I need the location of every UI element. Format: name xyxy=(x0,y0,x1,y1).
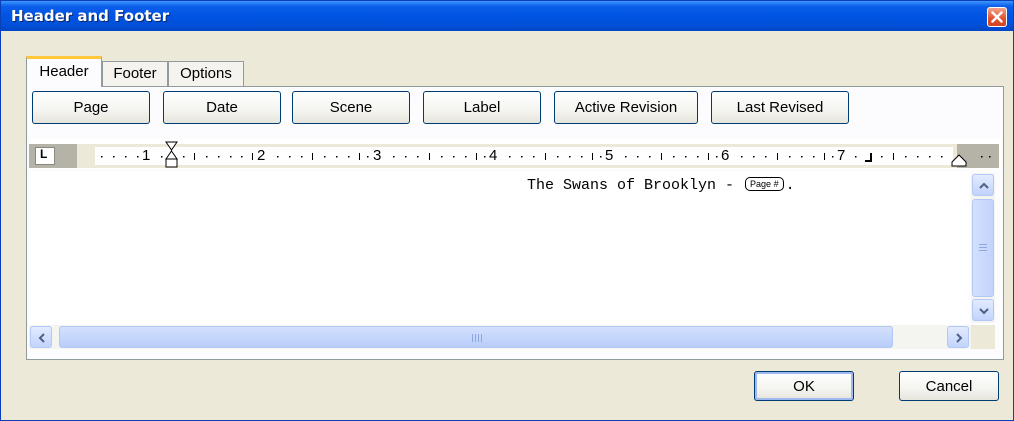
scroll-left-button[interactable] xyxy=(30,326,52,348)
ok-button[interactable]: OK xyxy=(754,371,854,401)
chevron-left-icon xyxy=(38,333,45,343)
header-tab-panel: Page Date Scene Label Active Revision La… xyxy=(26,86,1004,360)
cancel-button[interactable]: Cancel xyxy=(899,371,999,401)
close-button[interactable] xyxy=(987,7,1007,27)
scroll-up-button[interactable] xyxy=(972,174,994,196)
left-indent-marker-icon[interactable] xyxy=(165,139,179,169)
scroll-right-button[interactable] xyxy=(947,326,969,348)
scroll-down-button[interactable] xyxy=(972,299,994,321)
header-editor[interactable]: The Swans of Brooklyn - Page #. xyxy=(29,171,969,325)
insert-label-button[interactable]: Label xyxy=(423,91,541,124)
ruler-number-7: 7 xyxy=(837,147,846,164)
grip-line xyxy=(979,244,987,245)
header-text: The Swans of Brooklyn - xyxy=(527,177,744,194)
ruler-number-3: 3 xyxy=(373,147,382,164)
ruler[interactable]: L 1 2 3 4 5 6 7 xyxy=(29,139,1001,169)
header-footer-dialog: Header and Footer Header Footer Options … xyxy=(0,0,1014,421)
scrollbar-corner xyxy=(971,325,995,349)
right-indent-marker-icon[interactable] xyxy=(951,153,967,167)
chevron-up-icon xyxy=(979,182,989,189)
tab-options[interactable]: Options xyxy=(168,61,244,87)
grip-line xyxy=(472,334,473,342)
ruler-number-1: 1 xyxy=(142,147,151,164)
grip-line xyxy=(979,247,987,248)
vertical-scrollbar[interactable] xyxy=(971,173,995,323)
dialog-title: Header and Footer xyxy=(11,7,170,25)
tab-header[interactable]: Header xyxy=(26,56,102,87)
ruler-number-4: 4 xyxy=(489,147,498,164)
grip-line xyxy=(481,334,482,342)
tab-header-label: Header xyxy=(39,63,89,80)
ruler-number-6: 6 xyxy=(721,147,730,164)
right-tab-stop-icon[interactable] xyxy=(865,153,873,163)
ruler-number-5: 5 xyxy=(605,147,614,164)
tab-footer[interactable]: Footer xyxy=(102,61,168,87)
chevron-down-icon xyxy=(979,308,989,315)
tab-footer-label: Footer xyxy=(113,65,157,82)
insert-scene-button[interactable]: Scene xyxy=(292,91,410,124)
header-text-line: The Swans of Brooklyn - Page #. xyxy=(527,177,795,194)
grip-line xyxy=(475,334,476,342)
grip-line xyxy=(979,250,987,251)
horizontal-scroll-thumb[interactable] xyxy=(59,326,893,348)
insert-date-button[interactable]: Date xyxy=(163,91,281,124)
close-icon xyxy=(991,11,1003,23)
title-bar[interactable]: Header and Footer xyxy=(1,1,1013,31)
ruler-number-2: 2 xyxy=(257,147,266,164)
tab-options-label: Options xyxy=(180,65,232,82)
insert-active-revision-button[interactable]: Active Revision xyxy=(554,91,698,124)
header-trailing-text: . xyxy=(785,177,795,194)
grip-line xyxy=(478,334,479,342)
insert-page-button[interactable]: Page xyxy=(32,91,150,124)
horizontal-scrollbar[interactable] xyxy=(29,325,995,349)
chevron-right-icon xyxy=(956,333,963,343)
insert-last-revised-button[interactable]: Last Revised xyxy=(711,91,849,124)
vertical-scroll-thumb[interactable] xyxy=(972,199,994,297)
page-number-field[interactable]: Page # xyxy=(745,177,784,191)
